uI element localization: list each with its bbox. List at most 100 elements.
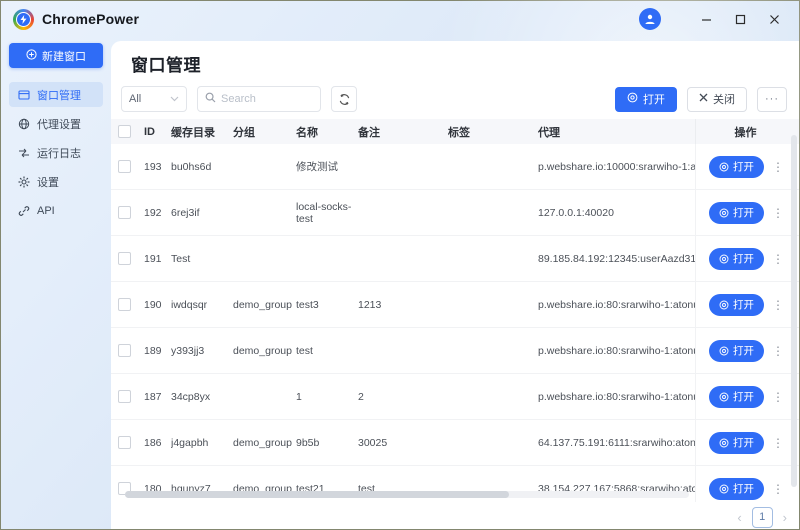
select-all-checkbox[interactable] [118, 125, 131, 138]
header-actions: 操作 [695, 119, 799, 144]
row-open-button[interactable]: 打开 [709, 386, 764, 408]
sidebar-item-run-logs[interactable]: 运行日志 [9, 140, 103, 165]
row-more-button[interactable]: ⋮ [772, 436, 782, 450]
new-window-button[interactable]: 新建窗口 [9, 43, 103, 68]
row-open-label: 打开 [733, 297, 754, 312]
next-page-button[interactable]: › [783, 511, 787, 524]
header-group: 分组 [233, 124, 296, 140]
cell-proxy: p.webshare.io:80:srarwiho-1:atonupx [538, 345, 695, 357]
sidebar-item-label: 设置 [37, 174, 59, 190]
sidebar-item-proxy-settings[interactable]: 代理设置 [9, 111, 103, 136]
search-icon [205, 90, 216, 108]
sidebar-item-window-management[interactable]: 窗口管理 [9, 82, 103, 107]
cell-proxy: 64.137.75.191:6111:srarwiho:atonupx [538, 437, 695, 449]
vertical-scrollbar[interactable] [791, 135, 797, 487]
header-remark: 备注 [358, 124, 448, 140]
table-row: 189 y393jj3 demo_group test p.webshare.i… [111, 328, 799, 374]
close-x-icon [699, 93, 708, 105]
cell-proxy: 89.185.84.192:12345:userAazd312:pa [538, 253, 695, 265]
prev-page-button[interactable]: ‹ [737, 511, 741, 524]
row-checkbox[interactable] [118, 344, 131, 357]
filter-select[interactable]: All [121, 86, 187, 112]
table-row: 190 iwdqsqr demo_group test3 1213 p.webs… [111, 282, 799, 328]
more-actions-button[interactable]: ··· [757, 87, 787, 112]
toolbar: All 打开 [121, 86, 787, 112]
open-icon [719, 438, 729, 448]
row-more-button[interactable]: ⋮ [772, 344, 782, 358]
cell-cache-dir: 34cp8yx [171, 391, 233, 403]
search-input[interactable] [221, 93, 313, 105]
row-open-button[interactable]: 打开 [709, 202, 764, 224]
pagination: ‹ 1 › [111, 504, 787, 529]
chevron-down-icon [170, 93, 179, 105]
row-open-label: 打开 [733, 251, 754, 266]
user-avatar[interactable] [639, 8, 661, 30]
row-checkbox[interactable] [118, 160, 131, 173]
refresh-button[interactable] [331, 86, 357, 112]
row-open-label: 打开 [733, 159, 754, 174]
window-icon [18, 89, 30, 101]
row-more-button[interactable]: ⋮ [772, 482, 782, 496]
row-checkbox[interactable] [118, 298, 131, 311]
open-selected-button[interactable]: 打开 [615, 87, 677, 112]
sidebar: 新建窗口 窗口管理 代理设置 运行日志 [1, 37, 111, 529]
cell-actions: 打开 ⋮ [695, 144, 799, 189]
close-selected-button[interactable]: 关闭 [687, 87, 747, 112]
minimize-button[interactable] [693, 7, 719, 31]
row-open-label: 打开 [733, 435, 754, 450]
cell-cache-dir: j4gapbh [171, 437, 233, 449]
page-number-button[interactable]: 1 [752, 507, 773, 528]
activity-log-icon [18, 147, 30, 159]
maximize-button[interactable] [727, 7, 753, 31]
cell-cache-dir: y393jj3 [171, 345, 233, 357]
cell-id: 186 [135, 437, 171, 449]
row-more-button[interactable]: ⋮ [772, 160, 782, 174]
row-checkbox[interactable] [118, 436, 131, 449]
new-window-label: 新建窗口 [42, 48, 86, 64]
cell-remark: 30025 [358, 437, 448, 449]
horizontal-scrollbar [125, 491, 689, 498]
header-tag: 标签 [448, 124, 538, 140]
row-checkbox[interactable] [118, 390, 131, 403]
row-open-label: 打开 [733, 481, 754, 496]
row-open-button[interactable]: 打开 [709, 156, 764, 178]
cell-id: 193 [135, 161, 171, 173]
row-more-button[interactable]: ⋮ [772, 206, 782, 220]
header-proxy: 代理 [538, 124, 695, 140]
row-open-button[interactable]: 打开 [709, 432, 764, 454]
row-checkbox[interactable] [118, 206, 131, 219]
horizontal-scrollbar-thumb[interactable] [125, 491, 509, 498]
main-panel: 窗口管理 All 打开 [111, 41, 799, 529]
cell-proxy: p.webshare.io:10000:srarwiho-1:atonupx [538, 161, 695, 173]
table-body: 193 bu0hs6d 修改测试 p.webshare.io:10000:sra… [111, 144, 799, 502]
app-window: ChromePower 新建窗口 [0, 0, 800, 530]
open-selected-label: 打开 [643, 91, 665, 107]
cell-actions: 打开 ⋮ [695, 328, 799, 373]
cell-cache-dir: Test [171, 253, 233, 265]
sidebar-item-label: 窗口管理 [37, 87, 81, 103]
table-header: ID 缓存目录 分组 名称 备注 标签 代理 操作 [111, 119, 799, 144]
cell-id: 190 [135, 299, 171, 311]
sidebar-item-api[interactable]: API [9, 198, 103, 223]
sidebar-item-label: 代理设置 [37, 116, 81, 132]
cell-name: 1 [296, 391, 358, 403]
cell-actions: 打开 ⋮ [695, 466, 799, 502]
close-selected-label: 关闭 [713, 91, 735, 107]
open-icon [627, 92, 638, 106]
row-open-button[interactable]: 打开 [709, 294, 764, 316]
row-open-button[interactable]: 打开 [709, 340, 764, 362]
sidebar-item-settings[interactable]: 设置 [9, 169, 103, 194]
row-more-button[interactable]: ⋮ [772, 298, 782, 312]
cell-actions: 打开 ⋮ [695, 420, 799, 465]
row-more-button[interactable]: ⋮ [772, 390, 782, 404]
cell-cache-dir: 6rej3if [171, 207, 233, 219]
row-open-button[interactable]: 打开 [709, 248, 764, 270]
row-more-button[interactable]: ⋮ [772, 252, 782, 266]
table-row: 187 34cp8yx 1 2 p.webshare.io:80:srarwih… [111, 374, 799, 420]
cell-name: local-socks-test [296, 201, 358, 225]
close-button[interactable] [761, 7, 787, 31]
cell-actions: 打开 ⋮ [695, 282, 799, 327]
cell-remark: 1213 [358, 299, 448, 311]
row-checkbox[interactable] [118, 252, 131, 265]
row-open-button[interactable]: 打开 [709, 478, 764, 500]
